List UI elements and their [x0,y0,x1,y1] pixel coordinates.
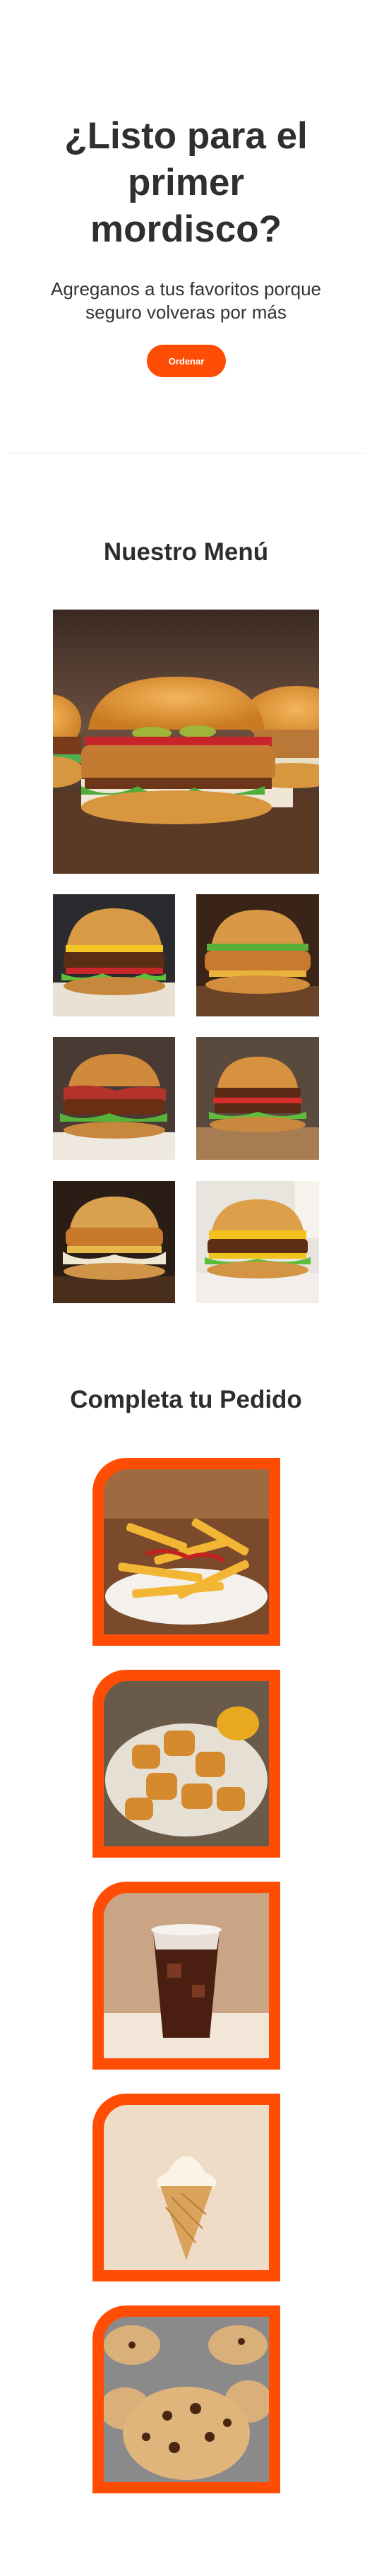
crispy-chicken-burger-image [196,894,319,1016]
side-item-fries [92,1458,280,1646]
side-item-cookies [92,2305,280,2493]
bacon-burger-image [53,1037,175,1160]
complete-order-title: Completa tu Pedido [70,1386,302,1413]
menu-section-title: Nuestro Menú [103,538,269,566]
side-item-iced-soda [92,1882,280,2070]
featured-burger-image [53,610,319,874]
classic-cheeseburger-image [53,894,175,1016]
side-item-ice-cream [92,2094,280,2281]
double-burger-image [196,1037,319,1160]
hero-title: ¿Listo para el primer mordisco? [64,115,308,250]
cheese-burger-with-fries-image [196,1181,319,1303]
order-button[interactable]: Ordenar [147,345,226,377]
hero-section: ¿Listo para el primer mordisco? Agregano… [0,0,372,452]
side-item-nuggets [92,1670,280,1858]
coleslaw-chicken-burger-image [53,1181,175,1303]
hero-subtitle: Agreganos a tus favoritos porque seguro … [50,278,322,323]
